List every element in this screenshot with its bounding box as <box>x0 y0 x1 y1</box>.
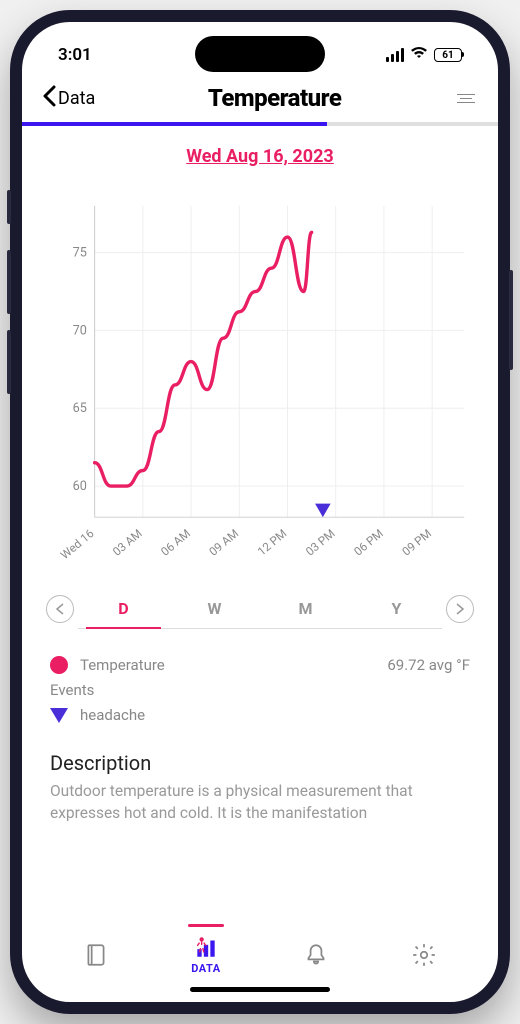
svg-text:09 PM: 09 PM <box>399 526 434 558</box>
avg-text: 69.72 avg °F <box>387 656 470 674</box>
description-text: Outdoor temperature is a physical measur… <box>50 781 470 824</box>
svg-text:06 PM: 06 PM <box>351 526 386 558</box>
tab-data[interactable]: DATA <box>191 934 220 975</box>
home-indicator[interactable] <box>190 987 330 992</box>
event-name: headache <box>80 706 145 724</box>
svg-text:03 PM: 03 PM <box>303 526 338 558</box>
range-selector: DWMY <box>46 571 474 639</box>
svg-text:Wed 16: Wed 16 <box>58 526 97 562</box>
tab-notifications[interactable] <box>303 942 329 968</box>
events-label: Events <box>50 677 470 703</box>
notch <box>195 36 325 72</box>
series-dot-icon <box>50 656 68 674</box>
svg-text:60: 60 <box>73 479 87 494</box>
back-button[interactable]: Data <box>42 85 95 112</box>
battery-icon: 61 <box>434 48 462 62</box>
svg-text:06 AM: 06 AM <box>158 526 193 558</box>
wifi-icon <box>410 45 428 65</box>
tab-bar: DATA <box>22 924 498 981</box>
series-label: Temperature <box>80 656 165 674</box>
svg-text:12 PM: 12 PM <box>255 526 290 558</box>
event-marker-icon <box>50 708 68 723</box>
tab-data-label: DATA <box>191 962 220 975</box>
nav-header: Data Temperature <box>22 76 498 122</box>
signal-icon <box>386 48 404 62</box>
description-title: Description <box>50 751 470 775</box>
data-icon <box>193 934 219 960</box>
date-header[interactable]: Wed Aug 16, 2023 <box>46 126 474 181</box>
status-time: 3:01 <box>58 45 92 65</box>
chevron-left-icon <box>42 85 56 112</box>
gear-icon <box>411 942 437 968</box>
page-title: Temperature <box>208 84 342 112</box>
bell-icon <box>303 942 329 968</box>
description: Description Outdoor temperature is a phy… <box>46 741 474 824</box>
next-button[interactable] <box>446 595 474 623</box>
svg-text:65: 65 <box>73 401 87 416</box>
svg-text:03 AM: 03 AM <box>110 526 145 558</box>
range-tab-d[interactable]: D <box>78 589 169 628</box>
journal-icon <box>83 942 109 968</box>
temperature-chart: 60 65 70 75 Wed 16 03 AM 06 AM 09 AM 12 PM 03 PM 0… <box>46 191 474 571</box>
tab-settings[interactable] <box>411 942 437 968</box>
svg-text:09 AM: 09 AM <box>206 526 241 558</box>
range-tab-m[interactable]: M <box>260 589 351 628</box>
tab-journal[interactable] <box>83 942 109 968</box>
back-label: Data <box>58 88 95 109</box>
menu-icon[interactable] <box>454 94 478 103</box>
range-tab-y[interactable]: Y <box>351 589 442 628</box>
svg-text:75: 75 <box>73 245 87 260</box>
range-tab-w[interactable]: W <box>169 589 260 628</box>
prev-button[interactable] <box>46 595 74 623</box>
svg-text:70: 70 <box>73 323 87 338</box>
legend: Temperature 69.72 avg °F Events headache <box>46 639 474 741</box>
